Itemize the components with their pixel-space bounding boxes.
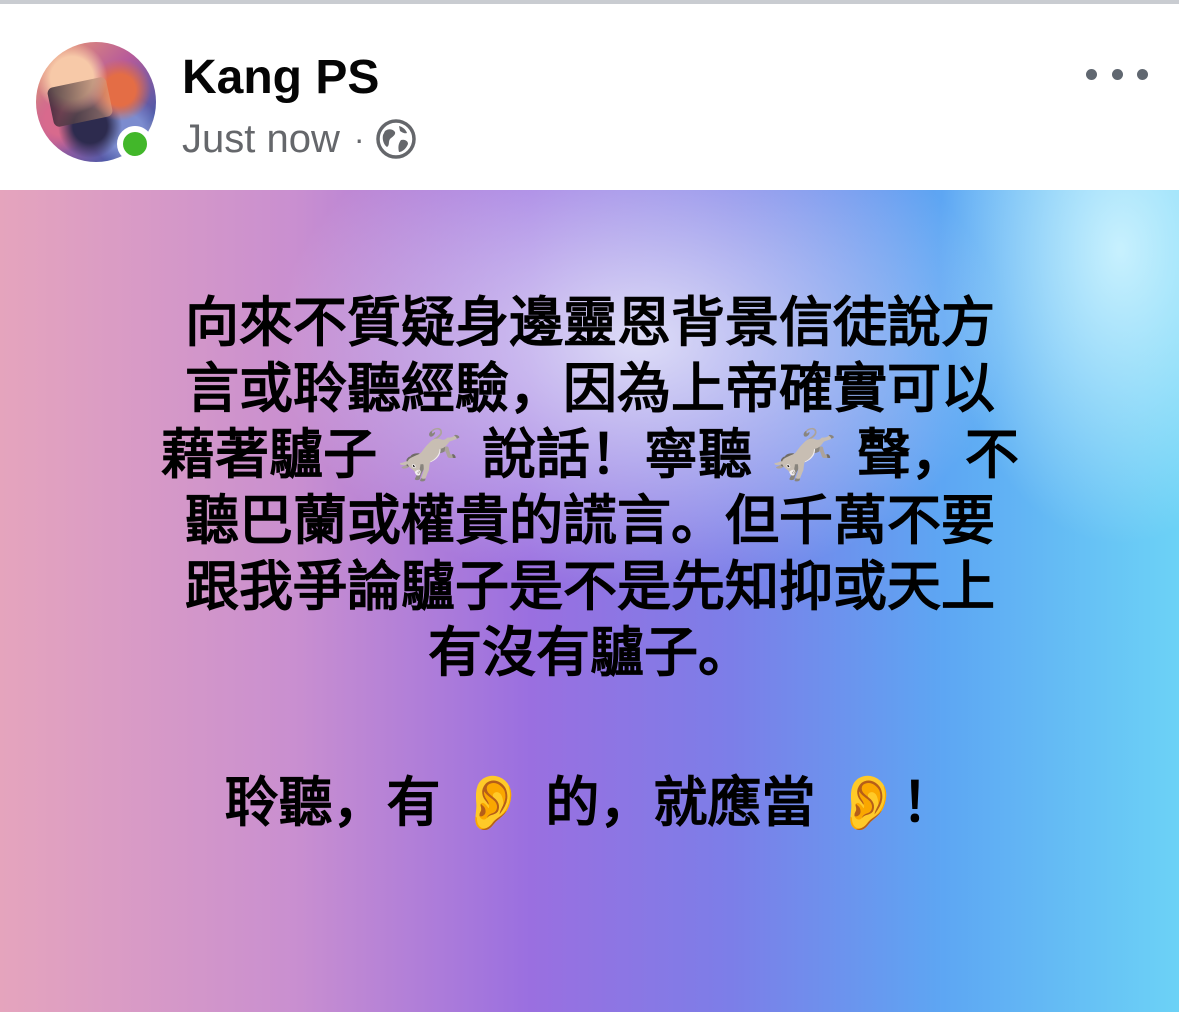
post-timestamp[interactable]: Just now: [182, 117, 340, 162]
meta-separator: ·: [353, 120, 365, 157]
post-header: Kang PS Just now ·: [0, 4, 1179, 190]
more-dot: [1137, 68, 1148, 80]
author-name[interactable]: Kang PS: [182, 48, 379, 108]
more-dot: [1086, 68, 1097, 80]
post-meta: Just now ·: [182, 114, 417, 164]
post-paragraph-1: 向來不質疑身邊靈恩背景信徒說方 言或聆聽經驗，因為上帝確實可以 藉著驢子 🫏 說…: [161, 291, 1019, 684]
globe-icon[interactable]: [375, 118, 417, 160]
post-paragraph-2: 聆聽，有 👂 的，就應當 👂！: [224, 771, 956, 834]
more-dot: [1111, 68, 1123, 80]
post-body: 向來不質疑身邊靈恩背景信徒說方 言或聆聽經驗，因為上帝確實可以 藉著驢子 🫏 說…: [90, 290, 1090, 836]
more-options-button[interactable]: [1082, 54, 1152, 94]
online-status-indicator: [117, 126, 153, 162]
